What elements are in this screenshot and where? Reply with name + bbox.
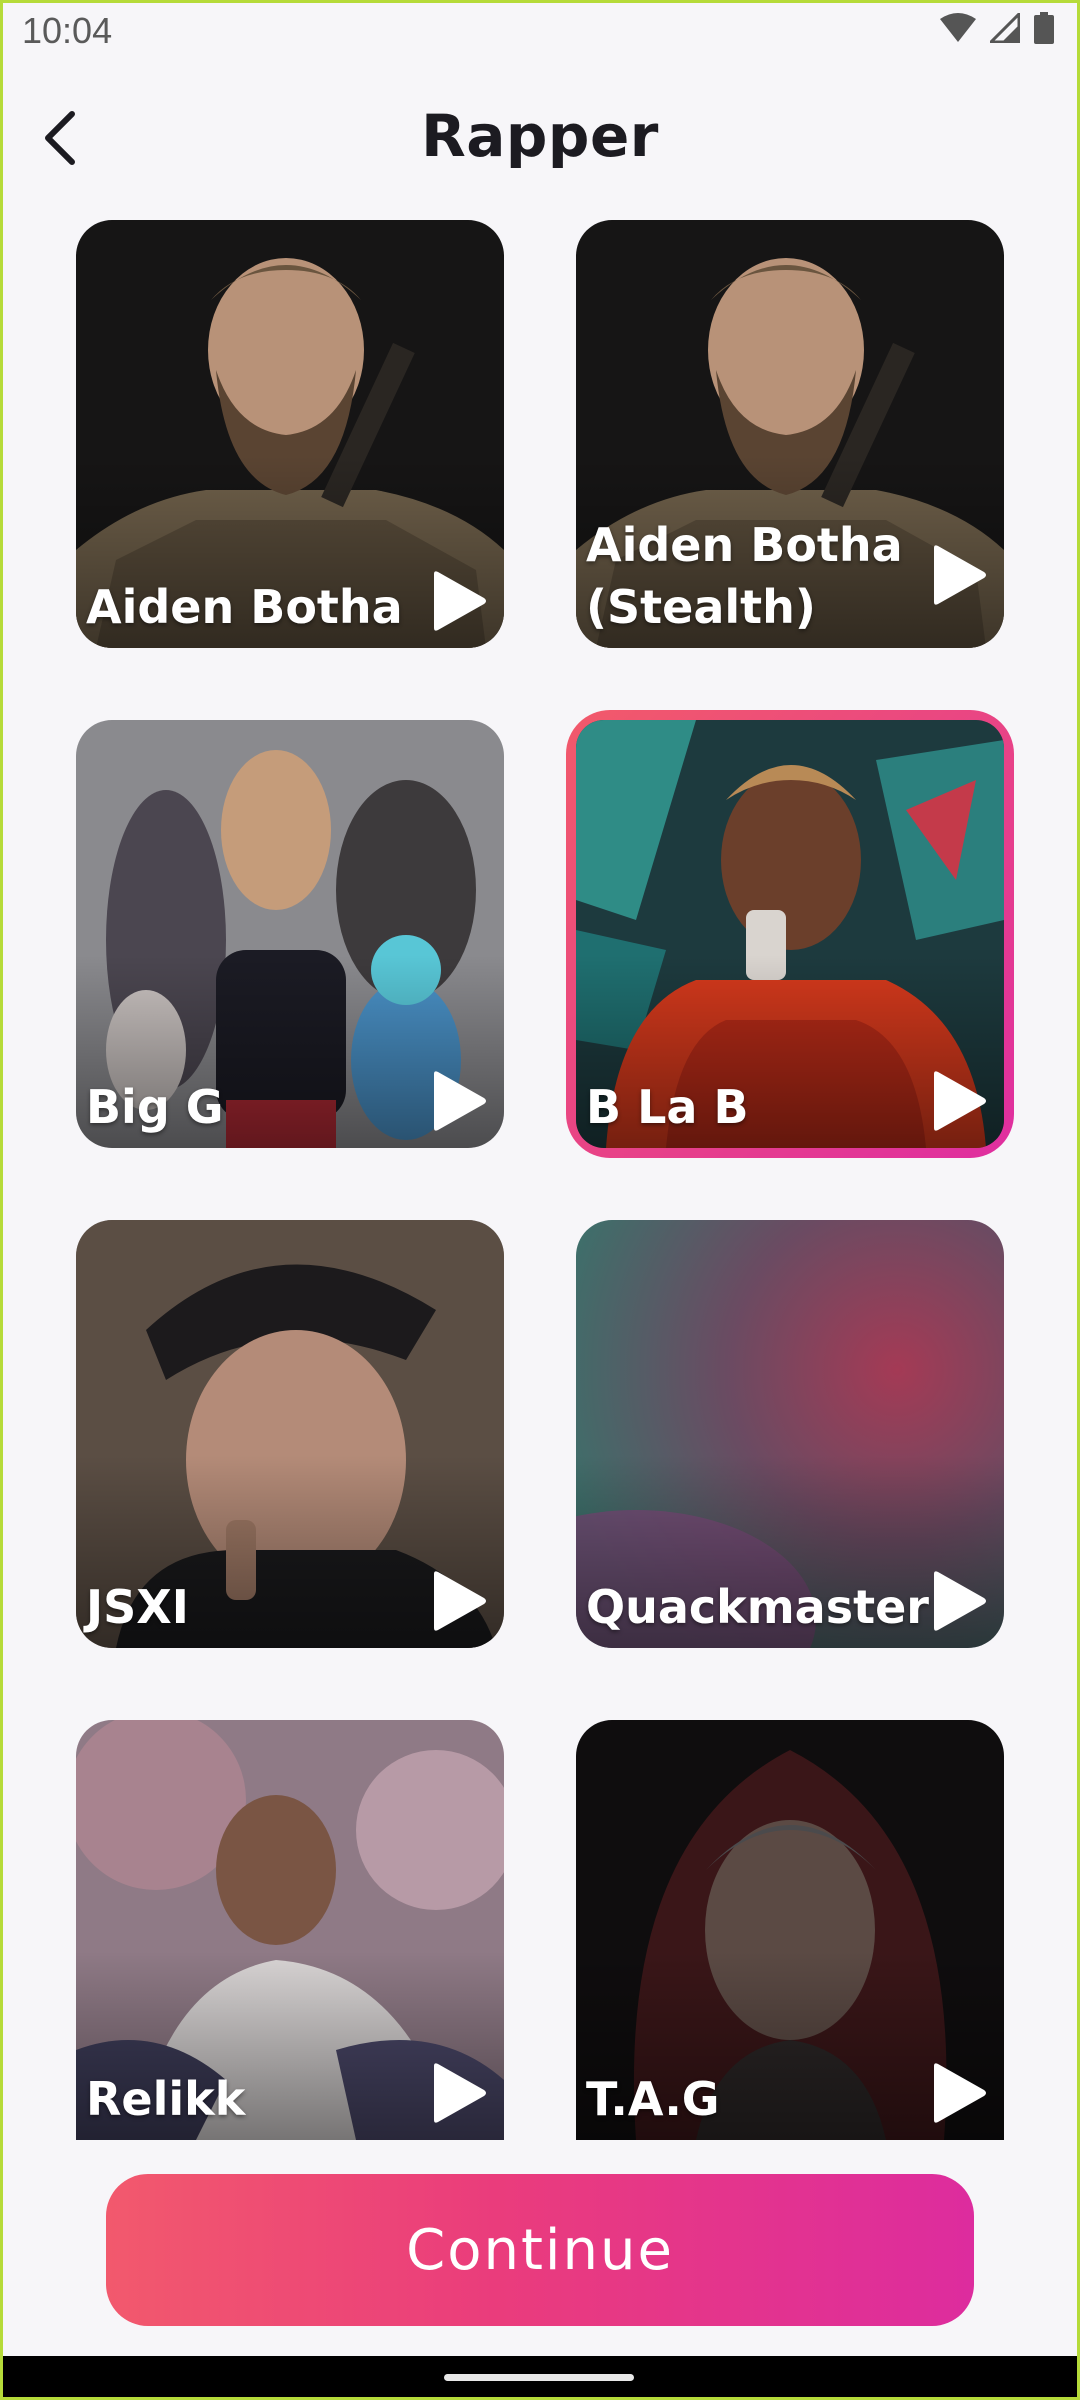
play-icon[interactable] bbox=[926, 1068, 990, 1134]
battery-icon bbox=[1034, 12, 1054, 44]
voice-card-relikk[interactable]: Relikk bbox=[76, 1720, 504, 2140]
voice-name: Aiden Botha (Stealth) bbox=[586, 518, 903, 634]
play-icon[interactable] bbox=[426, 2060, 490, 2126]
voice-card-tag[interactable]: T.A.G bbox=[576, 1720, 1004, 2140]
play-icon[interactable] bbox=[426, 1568, 490, 1634]
play-icon[interactable] bbox=[426, 568, 490, 634]
voice-card-aiden-botha-stealth[interactable]: Aiden Botha (Stealth) bbox=[576, 220, 1004, 648]
play-icon[interactable] bbox=[926, 1568, 990, 1634]
continue-button[interactable]: Continue bbox=[106, 2174, 974, 2326]
wifi-icon bbox=[940, 13, 976, 42]
voice-name: T.A.G bbox=[586, 2072, 720, 2126]
voice-card-b-la-b[interactable]: B La B bbox=[576, 720, 1004, 1148]
voice-name: JSXI bbox=[86, 1580, 189, 1634]
voice-card-big-g[interactable]: Big G bbox=[76, 720, 504, 1148]
home-indicator[interactable] bbox=[444, 2374, 634, 2381]
voice-card-jsxi[interactable]: JSXI bbox=[76, 1220, 504, 1648]
voice-card-quackmaster[interactable]: Quackmaster bbox=[576, 1220, 1004, 1648]
status-bar: 10:04 bbox=[0, 0, 1080, 64]
play-icon[interactable] bbox=[426, 1068, 490, 1134]
page-title: Rapper bbox=[421, 102, 659, 170]
voice-card-aiden-botha[interactable]: Aiden Botha bbox=[76, 220, 504, 648]
voice-name: Quackmaster bbox=[586, 1580, 929, 1634]
voice-name: Big G bbox=[86, 1080, 224, 1134]
play-icon[interactable] bbox=[926, 2060, 990, 2126]
system-nav-bar bbox=[0, 2356, 1080, 2400]
status-time: 10:04 bbox=[22, 10, 113, 51]
voice-name: B La B bbox=[586, 1080, 749, 1134]
play-icon[interactable] bbox=[926, 542, 990, 608]
status-icons bbox=[940, 12, 1054, 44]
voice-name: Relikk bbox=[86, 2072, 246, 2126]
header: Rapper bbox=[0, 90, 1080, 186]
voice-name: Aiden Botha bbox=[86, 580, 403, 634]
signal-icon bbox=[990, 13, 1020, 43]
